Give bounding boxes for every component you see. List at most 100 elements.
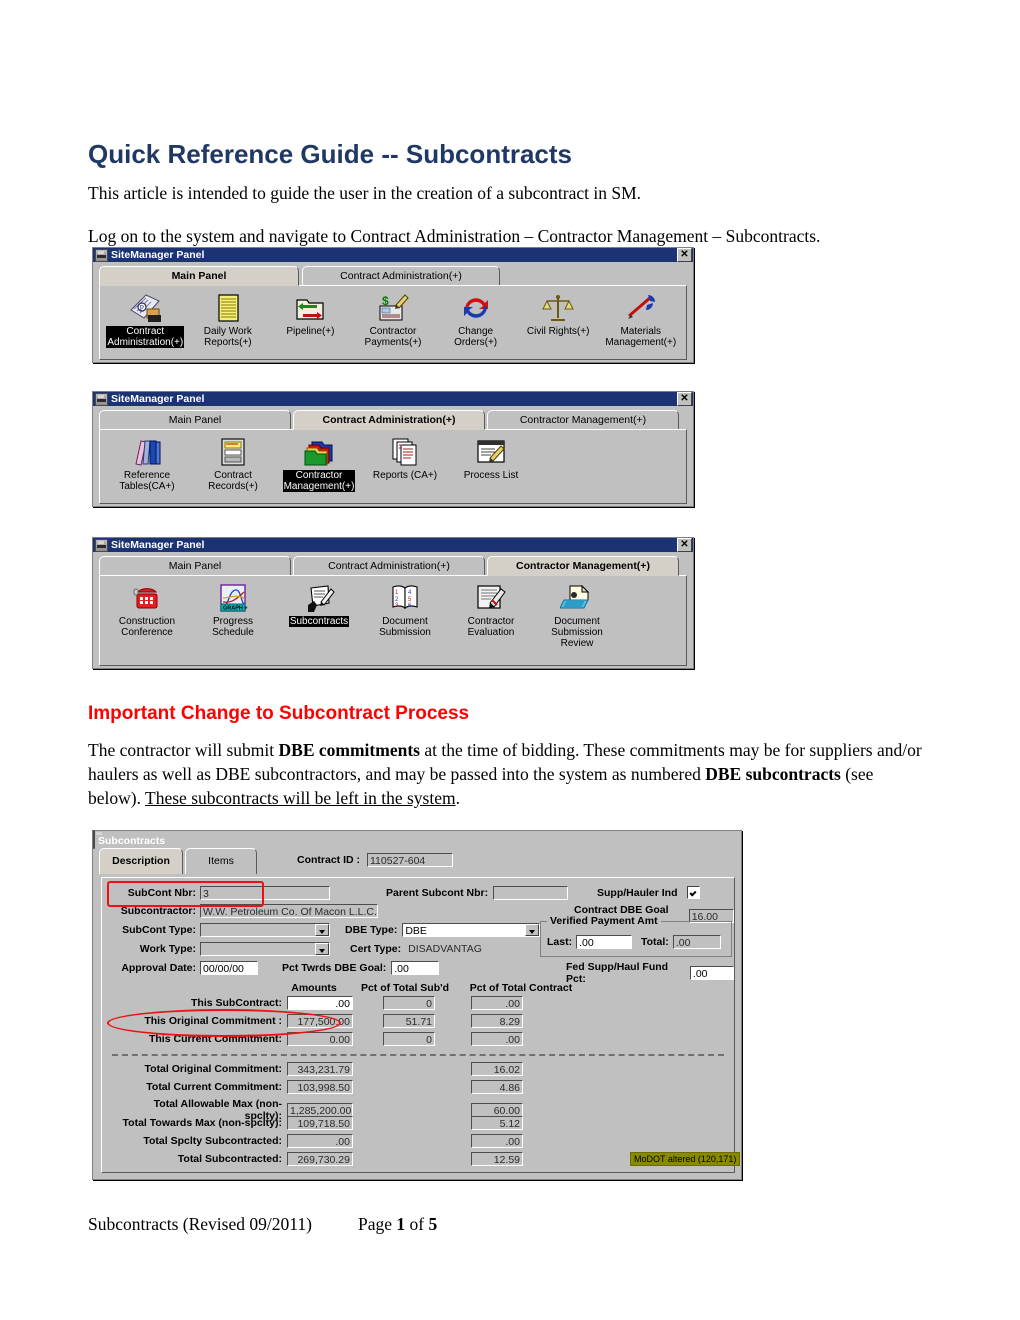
- approval-date-field[interactable]: 00/00/00: [200, 961, 258, 975]
- reference-tables-icon: [130, 436, 164, 468]
- supp-hauler-ind-checkbox[interactable]: [686, 886, 700, 899]
- chevron-down-icon[interactable]: [315, 943, 329, 955]
- footer-page-total: 5: [428, 1214, 438, 1234]
- contractor-evaluation-icon: [474, 582, 508, 614]
- process-list-icon: [474, 436, 508, 468]
- subcont-type-combobox[interactable]: [200, 923, 330, 937]
- supp-hauler-ind-group[interactable]: Supp/Hauler Ind: [597, 886, 700, 899]
- this-subcontract-pct-subd-field: 0: [383, 996, 435, 1010]
- table-row: This Original Commitment : 177,500.00 51…: [142, 1014, 523, 1028]
- panel-icon-materials-management[interactable]: Materials Management(+): [599, 292, 682, 348]
- window-titlebar: SiteManager Panel ✕: [93, 392, 693, 406]
- panel-icon-reports[interactable]: Reports (CA+): [362, 436, 448, 492]
- dbe-type-group: DBE Type: DBE: [345, 923, 541, 937]
- contractor-payments-icon: $: [376, 292, 410, 324]
- chevron-down-icon[interactable]: [315, 924, 329, 936]
- body-bold-dbe-subcontracts: DBE subcontracts: [705, 764, 841, 784]
- body-text-1: The contractor will submit: [88, 740, 279, 760]
- panel-icon-change-orders[interactable]: Change Orders(+): [434, 292, 517, 348]
- tabstrip: Main Panel Contract Administration(+) Co…: [99, 410, 687, 430]
- tabstrip: Main Panel Contract Administration(+): [99, 266, 687, 286]
- this-subcontract-amount-field[interactable]: .00: [287, 996, 353, 1010]
- pct-twrds-dbe-goal-group: Pct Twrds DBE Goal: .00: [282, 961, 440, 975]
- panel-icon-contractor-payments[interactable]: $ Contractor Payments(+): [352, 292, 435, 348]
- row-label: Total Towards Max (non-spclty):: [122, 1117, 282, 1129]
- panel-icon-progress-schedule[interactable]: GRAPH + Progress Schedule: [190, 582, 276, 649]
- column-header-amounts: Amounts: [291, 982, 337, 994]
- icon-label: Process List: [463, 470, 519, 481]
- tab-description[interactable]: Description: [99, 848, 183, 874]
- dbe-type-combobox[interactable]: DBE: [402, 923, 541, 937]
- close-icon[interactable]: ✕: [677, 392, 692, 406]
- total-allowable-max-pct-field: 60.00: [471, 1103, 523, 1117]
- fed-supp-haul-fund-pct-field[interactable]: .00: [689, 966, 734, 980]
- panel-icon-subcontracts[interactable]: Subcontracts: [276, 582, 362, 649]
- tab-main-panel[interactable]: Main Panel: [99, 556, 291, 575]
- total-current-commitment-pct-field: 4.86: [471, 1080, 523, 1094]
- tab-contract-administration[interactable]: Contract Administration(+): [293, 556, 485, 575]
- sitemanager-app-icon: [95, 392, 108, 406]
- total-spclty-subcontracted-pct-field: .00: [471, 1134, 523, 1148]
- panel-icon-contractor-management[interactable]: Contractor Management(+): [276, 436, 362, 492]
- this-current-commitment-pct-contract-field: .00: [471, 1032, 523, 1046]
- this-subcontract-pct-contract-field: .00: [471, 996, 523, 1010]
- icon-label: Document Submission: [379, 616, 431, 638]
- total-spclty-subcontracted-amount-field: .00: [287, 1134, 353, 1148]
- close-icon[interactable]: ✕: [677, 248, 692, 262]
- work-type-label: Work Type:: [139, 943, 196, 955]
- close-icon[interactable]: ✕: [677, 538, 692, 552]
- pct-twrds-dbe-goal-field[interactable]: .00: [391, 961, 440, 975]
- window-title: SiteManager Panel: [111, 539, 205, 551]
- icon-label: Daily Work Reports(+): [203, 326, 252, 348]
- fed-supp-haul-fund-pct-label: Fed Supp/Haul Fund Pct:: [566, 961, 669, 985]
- section-divider: [112, 1054, 724, 1056]
- window-title: Subcontracts: [98, 835, 166, 847]
- subcontractor-field[interactable]: W.W. Petroleum Co. Of Macon L.L.C.: [200, 904, 378, 918]
- panel-icon-construction-conference[interactable]: Construction Conference: [104, 582, 190, 649]
- subcontracts-icon: [302, 582, 336, 614]
- reports-icon: [388, 436, 422, 468]
- footer-of: of: [405, 1214, 429, 1234]
- panel-icon-contract-administration[interactable]: P Contract Administration(+): [104, 292, 187, 348]
- icon-label: Contractor Evaluation: [467, 616, 515, 638]
- panel-icon-reference-tables[interactable]: Reference Tables(CA+): [104, 436, 190, 492]
- subcont-nbr-field[interactable]: 3: [200, 886, 330, 900]
- parent-subcont-nbr-field[interactable]: [493, 886, 569, 900]
- tab-main-panel[interactable]: Main Panel: [99, 410, 291, 429]
- subcontractor-group: Subcontractor: W.W. Petroleum Co. Of Mac…: [110, 904, 378, 918]
- subcontracts-app-icon: [93, 830, 95, 849]
- panel-icon-pipeline[interactable]: Pipeline(+): [269, 292, 352, 348]
- tab-contract-administration[interactable]: Contract Administration(+): [293, 410, 485, 430]
- tab-contractor-management[interactable]: Contractor Management(+): [487, 556, 679, 576]
- panel-icon-civil-rights[interactable]: Civil Rights(+): [517, 292, 600, 348]
- panel-body: Reference Tables(CA+) Contract Records(+): [99, 429, 687, 504]
- verified-last-field[interactable]: .00: [576, 935, 633, 949]
- icon-label: Materials Management(+): [605, 326, 677, 348]
- work-type-combobox[interactable]: [200, 942, 330, 956]
- row-label: This Current Commitment:: [148, 1033, 282, 1045]
- panel-icon-contract-records[interactable]: Contract Records(+): [190, 436, 276, 492]
- subcont-type-group: SubCont Type:: [110, 923, 330, 937]
- cert-type-group: Cert Type: DISADVANTAG: [350, 942, 484, 956]
- this-current-commitment-amount-field: 0.00: [287, 1032, 353, 1046]
- icon-row: Construction Conference GRAPH + Progress…: [100, 576, 686, 653]
- panel-icon-document-submission-review[interactable]: Document Submission Review: [534, 582, 620, 649]
- approval-date-group: Approval Date: 00/00/00: [110, 961, 258, 975]
- panel-icon-document-submission[interactable]: 1 2 3 4 5 6 Document Submission: [362, 582, 448, 649]
- icon-label: Reference Tables(CA+): [119, 470, 175, 492]
- sitemanager-panel-window-1: SiteManager Panel ✕ Main Panel Contract …: [92, 247, 694, 363]
- page-footer: Subcontracts (Revised 09/2011) Page 1 of …: [88, 1214, 688, 1235]
- sitemanager-app-icon: [95, 248, 108, 262]
- tab-main-panel[interactable]: Main Panel: [99, 266, 299, 286]
- panel-icon-process-list[interactable]: Process List: [448, 436, 534, 492]
- panel-icon-daily-work-reports[interactable]: Daily Work Reports(+): [187, 292, 270, 348]
- body-paragraph: The contractor will submit DBE commitmen…: [88, 738, 926, 810]
- tab-contract-administration[interactable]: Contract Administration(+): [302, 266, 500, 285]
- icon-row: P Contract Administration(+) Daily Work …: [100, 286, 686, 352]
- chevron-down-icon[interactable]: [525, 924, 540, 936]
- tab-contractor-management[interactable]: Contractor Management(+): [487, 410, 679, 429]
- panel-body: P Contract Administration(+) Daily Work …: [99, 285, 687, 360]
- panel-icon-contractor-evaluation[interactable]: Contractor Evaluation: [448, 582, 534, 649]
- tab-items[interactable]: Items: [185, 848, 257, 874]
- total-original-commitment-amount-field: 343,231.79: [287, 1062, 353, 1076]
